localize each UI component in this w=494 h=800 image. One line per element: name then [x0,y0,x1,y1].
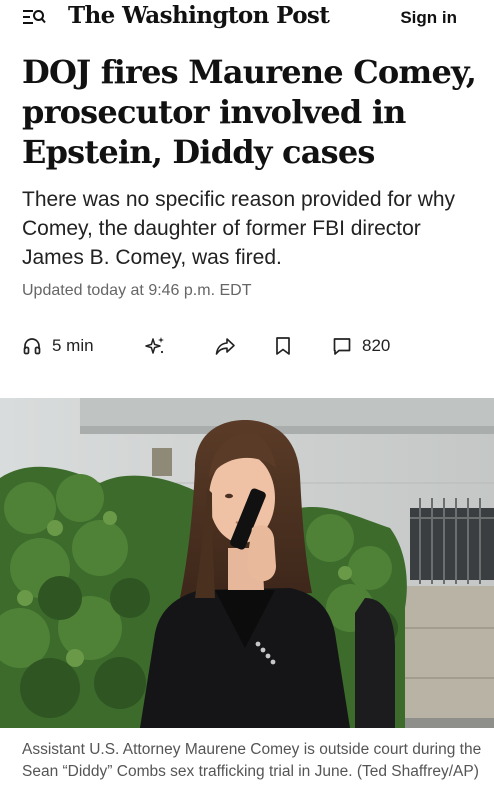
comments-button[interactable]: 820 [332,334,390,358]
listen-duration: 5 min [52,336,94,355]
comment-icon [333,338,351,355]
bookmark-icon [276,337,290,355]
summary-button[interactable] [144,334,166,358]
site-logo[interactable]: The Washington Post [68,2,330,29]
share-icon [215,338,235,355]
share-button[interactable] [214,334,236,358]
menu-search-icon[interactable] [22,6,46,28]
sparkle-icon [145,337,164,354]
listen-button[interactable]: 5 min [22,334,94,358]
article-action-bar: 5 min 820 [22,334,482,358]
article-photo [0,398,494,728]
top-bar: The Washington Post Sign in [0,0,494,36]
comment-count: 820 [362,336,391,355]
sign-in-link[interactable]: Sign in [400,8,457,28]
article-timestamp: Updated today at 9:46 p.m. EDT [22,282,252,299]
article-dek: There was no specific reason provided fo… [22,188,456,269]
photo-caption: Assistant U.S. Attorney Maurene Comey is… [22,741,482,780]
article-headline: DOJ fires Maurene Comey, prosecutor invo… [22,53,477,171]
headphones-icon [23,338,41,355]
save-button[interactable] [274,334,292,358]
